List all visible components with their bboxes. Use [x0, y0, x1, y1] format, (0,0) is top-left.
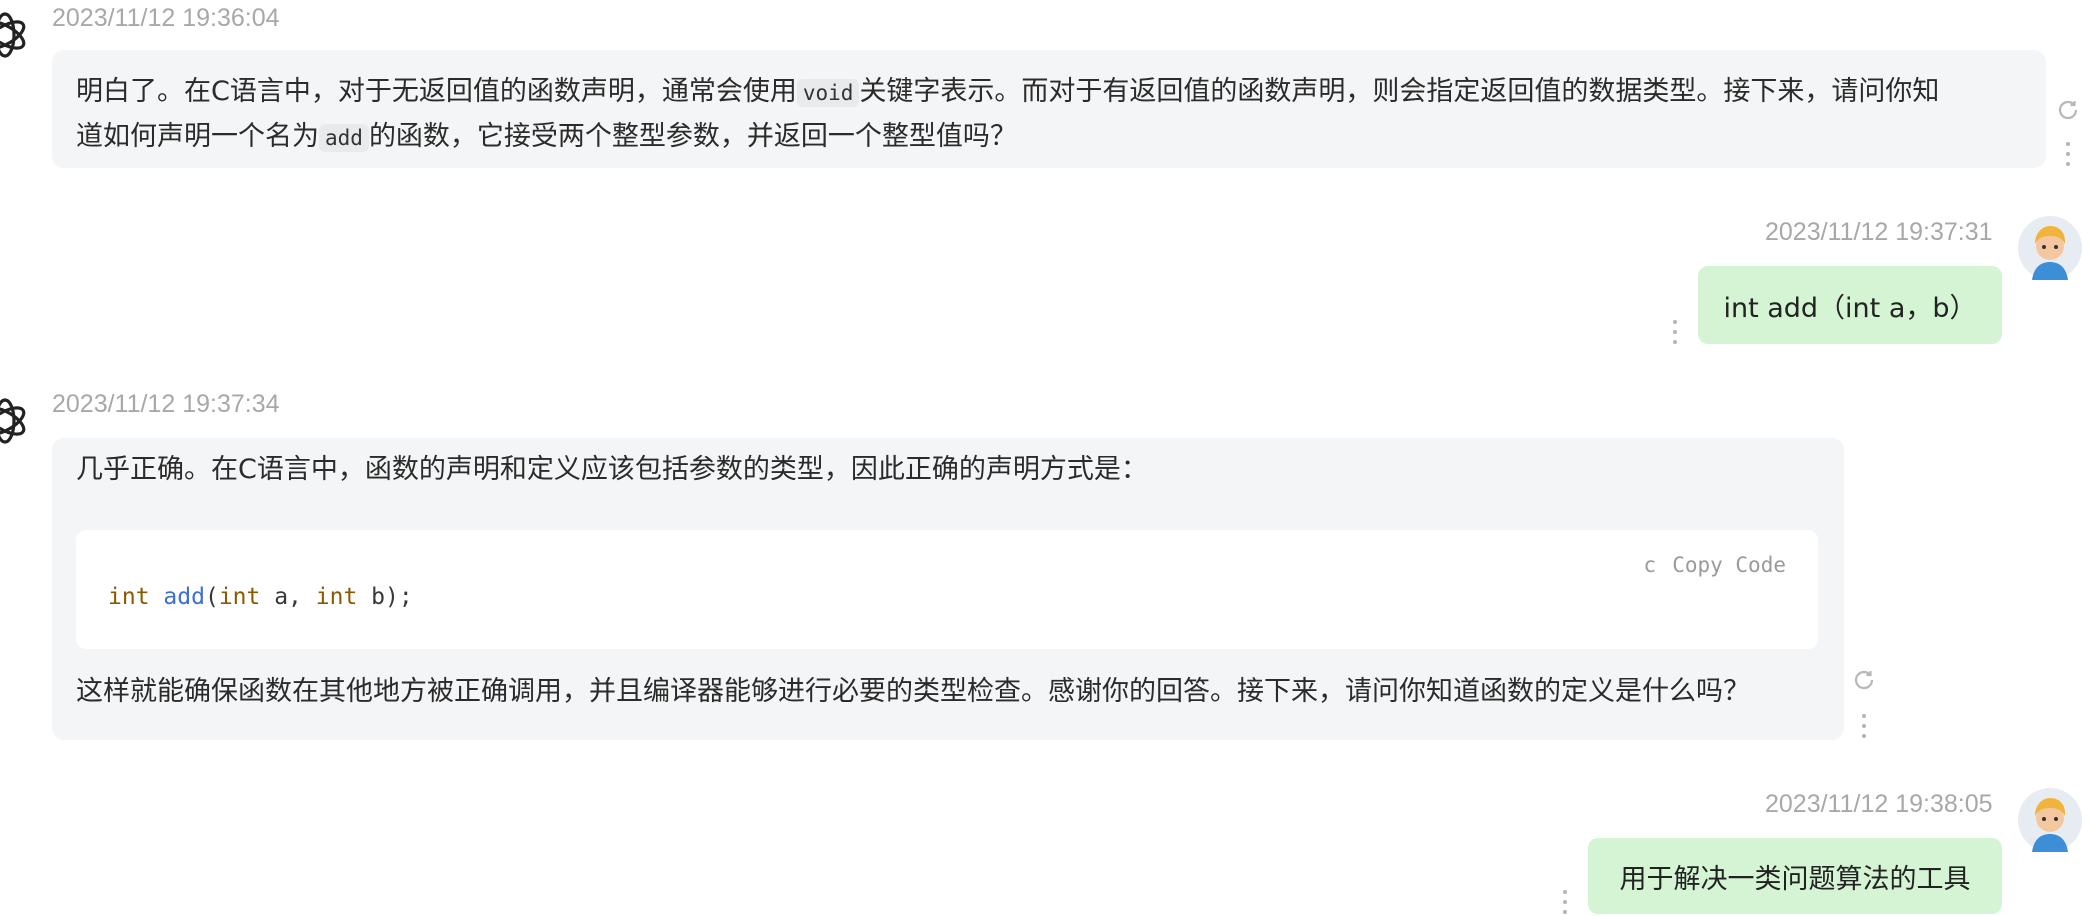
message-text: int add（int a，b）	[1723, 292, 1977, 324]
message-timestamp: 2023/11/12 19:36:04	[52, 4, 280, 32]
user-message-bubble: int add（int a，b）	[1698, 266, 2002, 344]
assistant-message-bubble: 几乎正确。在C语言中，函数的声明和定义应该包括参数的类型，因此正确的声明方式是：…	[52, 438, 1844, 740]
code-block-toolbar: c Copy Code	[1644, 544, 1786, 587]
cartoon-boy-avatar	[2018, 788, 2082, 852]
message-text-line: 道如何声明一个名为 add 的函数，它接受两个整型参数，并返回一个整型值吗？	[76, 121, 1017, 152]
openai-logo-icon	[0, 398, 26, 444]
message-timestamp: 2023/11/12 19:37:34	[52, 390, 280, 418]
kebab-menu-icon[interactable]	[2064, 142, 2072, 166]
cartoon-boy-avatar	[2018, 216, 2082, 280]
kebab-menu-icon[interactable]	[1561, 890, 1569, 914]
inline-code: void	[796, 79, 860, 107]
code-token: int	[218, 584, 261, 610]
kebab-menu-icon[interactable]	[1860, 714, 1868, 738]
message-text: 这样就能确保函数在其他地方被正确调用，并且编译器能够进行必要的类型检查。感谢你的…	[76, 676, 1750, 707]
refresh-icon[interactable]	[1852, 668, 1876, 692]
user-message-bubble: 用于解决一类问题算法的工具	[1588, 838, 2002, 914]
assistant-message-bubble: 明白了。在C语言中，对于无返回值的函数声明，通常会使用 void 关键字表示。而对于…	[52, 50, 2046, 168]
copy-code-button[interactable]: Copy Code	[1672, 544, 1786, 587]
chat-page: 2023/11/12 19:36:04 明白了。在C语言中，对于无返回值的函数声…	[0, 0, 2082, 916]
code-token: add	[163, 584, 205, 610]
code-token: (	[204, 584, 219, 610]
code-token: a,	[260, 584, 316, 610]
assistant-message: 2023/11/12 19:36:04 明白了。在C语言中，对于无返回值的函数声…	[0, 0, 2082, 170]
message-timestamp: 2023/11/12 19:38:05	[1765, 790, 1993, 818]
code-token: int	[108, 584, 150, 610]
user-message: 2023/11/12 19:37:31 int add（int a，b）	[0, 210, 2082, 350]
code-language-label: c	[1643, 553, 1657, 577]
code-token: int	[315, 584, 358, 610]
refresh-icon[interactable]	[2056, 98, 2080, 122]
inline-code: add	[319, 124, 369, 152]
message-text-line: 明白了。在C语言中，对于无返回值的函数声明，通常会使用 void 关键字表示。而对于…	[76, 76, 1940, 107]
assistant-message: 2023/11/12 19:37:34 几乎正确。在C语言中，函数的声明和定义应…	[0, 386, 2082, 746]
message-timestamp: 2023/11/12 19:37:31	[1765, 218, 1993, 246]
code-line: int add(int a, int b);	[108, 576, 413, 619]
openai-logo-icon	[0, 12, 26, 58]
kebab-menu-icon[interactable]	[1671, 320, 1679, 344]
message-text: 用于解决一类问题算法的工具	[1619, 863, 1971, 895]
code-block: c Copy Code int add(int a, int b);	[76, 530, 1818, 649]
code-token: b);	[357, 584, 413, 610]
user-message: 2023/11/12 19:38:05 用于解决一类问题算法的工具	[0, 782, 2082, 916]
message-text: 几乎正确。在C语言中，函数的声明和定义应该包括参数的类型，因此正确的声明方式是：	[76, 454, 1148, 485]
